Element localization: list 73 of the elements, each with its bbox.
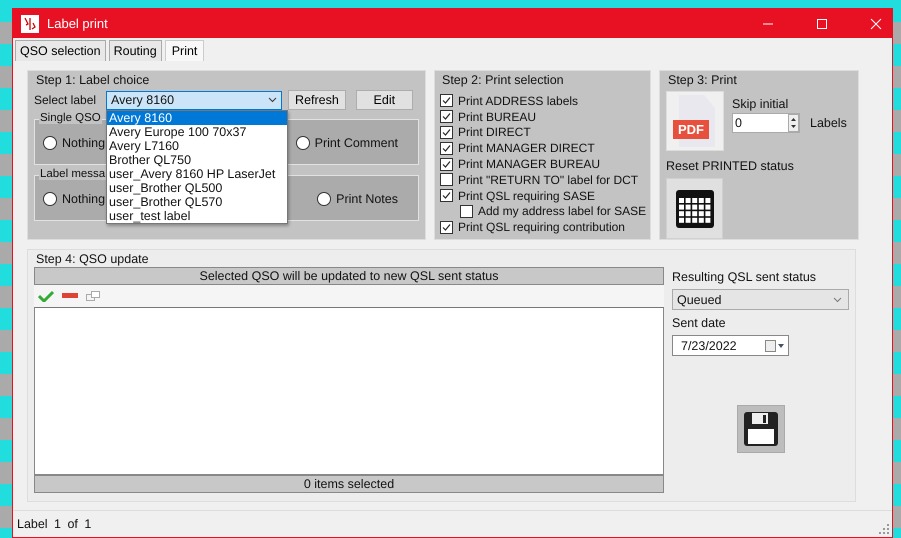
group-title: Step 2: Print selection: [441, 73, 565, 87]
field-label: Labels: [810, 116, 847, 130]
tab[interactable]: Routing: [108, 40, 162, 61]
radio-button[interactable]: [43, 192, 57, 206]
field-label: Sent date: [672, 316, 727, 330]
group-title: Step 1: Label choice: [35, 73, 150, 87]
close-icon[interactable]: [870, 18, 882, 30]
action-button[interactable]: Edit: [356, 90, 413, 110]
status-text: Label 1 of 1: [17, 517, 92, 531]
dropdown-option[interactable]: Avery Europe 100 70x37: [107, 124, 288, 138]
window-title: Label print: [47, 16, 108, 31]
checkbox-option[interactable]: Print QSL requiring SASE: [440, 188, 647, 204]
field-label: Select label: [34, 93, 96, 107]
checkbox[interactable]: [440, 142, 453, 155]
list-footer: 0 items selected: [34, 475, 664, 493]
radio-option[interactable]: Nothing: [43, 136, 106, 150]
group-title: Label messa: [39, 168, 106, 180]
dropdown-option[interactable]: user_test label: [107, 208, 288, 222]
status-select[interactable]: Queued: [672, 289, 849, 310]
maximize-icon[interactable]: [816, 18, 828, 30]
radio-button[interactable]: [296, 136, 310, 150]
app-icon: [21, 14, 39, 32]
checkbox-option[interactable]: Print "RETURN TO" label for DCT: [440, 172, 647, 188]
action-button[interactable]: Refresh: [288, 90, 346, 110]
radio-button[interactable]: [317, 192, 332, 206]
chevron-icon: [833, 296, 842, 302]
spinner-arrows-icon[interactable]: [788, 114, 799, 132]
label-select[interactable]: Avery 8160: [106, 90, 282, 110]
date-field[interactable]: 7/23/2022: [672, 335, 789, 356]
radio-option[interactable]: Print Notes: [317, 192, 398, 206]
grid-icon: [674, 188, 714, 228]
checkbox[interactable]: [440, 189, 453, 202]
checkbox-option[interactable]: Print ADDRESS labels: [440, 93, 647, 109]
dropdown-option[interactable]: user_Avery 8160 HP LaserJet: [107, 166, 288, 180]
checkbox-option[interactable]: Add my address label for SASE: [440, 204, 647, 220]
check-icon[interactable]: [38, 290, 54, 302]
pdf-button[interactable]: PDF: [666, 91, 724, 151]
group-title: Single QSO: [39, 112, 102, 124]
checkbox[interactable]: [440, 94, 453, 108]
checkbox-option[interactable]: Print BUREAU: [440, 108, 647, 125]
tab[interactable]: QSO selection: [15, 40, 106, 61]
dropdown-option[interactable]: Avery L7160: [107, 138, 288, 152]
field-label: Resulting QSL sent status: [672, 270, 818, 284]
dropdown-option[interactable]: Avery 8160: [107, 110, 288, 124]
checkbox-option[interactable]: Print MANAGER DIRECT: [440, 140, 647, 156]
radio-button[interactable]: [43, 136, 57, 150]
save-button[interactable]: [736, 405, 784, 453]
resize-grip-icon[interactable]: [879, 524, 889, 534]
chevron-icon: [268, 97, 278, 103]
radio-option[interactable]: Nothing: [43, 192, 106, 206]
checkbox[interactable]: [440, 158, 453, 171]
checkbox[interactable]: [460, 204, 473, 218]
checkbox[interactable]: [440, 110, 453, 124]
minus-icon[interactable]: [62, 293, 78, 299]
group-title: Step 3: Print: [667, 73, 738, 87]
tab[interactable]: Print: [164, 40, 204, 61]
field-label: Reset PRINTED status: [666, 159, 795, 173]
skip-spinner[interactable]: 0: [732, 113, 800, 133]
radio-option[interactable]: Print Comment: [296, 136, 398, 150]
checkbox-option[interactable]: Print DIRECT: [440, 124, 647, 140]
dropdown-option[interactable]: Brother QL750: [107, 152, 288, 166]
checkbox[interactable]: [440, 173, 453, 186]
list-header: Selected QSO will be updated to new QSL sent status: [34, 267, 664, 285]
field-label: Skip initial: [732, 97, 790, 111]
checkbox-option[interactable]: Print QSL requiring contribution: [440, 219, 647, 236]
checkbox[interactable]: [440, 126, 453, 139]
dropdown-option[interactable]: user_Brother QL500: [107, 180, 288, 194]
reset-button[interactable]: [666, 178, 723, 239]
checkbox-option[interactable]: Print MANAGER BUREAU: [440, 156, 647, 172]
calendar-icon[interactable]: [765, 340, 785, 352]
dropdown-option[interactable]: user_Brother QL570: [107, 194, 288, 208]
checkbox[interactable]: [440, 220, 453, 234]
group-title: Step 4: QSO update: [35, 252, 150, 266]
